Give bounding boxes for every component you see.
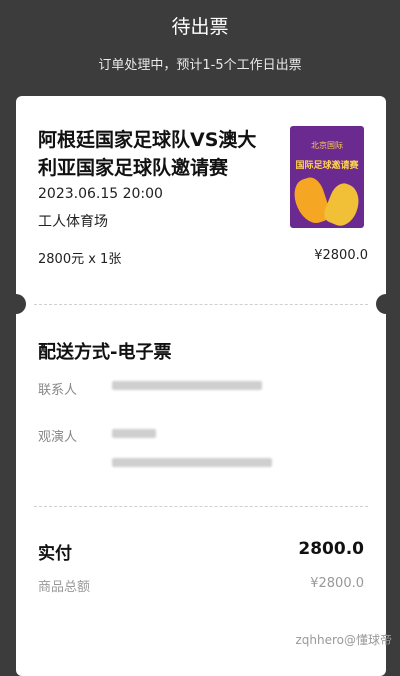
- delivery-method-title: 配送方式-电子票: [38, 342, 172, 363]
- contact-label: 联系人: [38, 383, 78, 398]
- paid-value: 2800.0: [298, 539, 364, 559]
- price-total: ¥2800.0: [314, 248, 368, 263]
- attendee-label: 观演人: [38, 430, 78, 445]
- ticket-notch-right: [376, 294, 386, 314]
- divider: [34, 304, 368, 305]
- page-title: 待出票: [171, 16, 229, 38]
- divider: [34, 506, 368, 507]
- event-poster[interactable]: 北京国际 国际足球邀请赛: [290, 126, 364, 228]
- contact-value-redacted: [112, 381, 262, 390]
- poster-header-text: 北京国际: [311, 141, 343, 150]
- event-title[interactable]: 阿根廷国家足球队VS澳大利亚国家足球队邀请赛: [38, 126, 270, 182]
- goods-total-label: 商品总额: [38, 580, 91, 595]
- goods-total-value: ¥2800.0: [310, 576, 364, 591]
- attendee-name-redacted: [112, 429, 156, 438]
- order-status-subtitle: 订单处理中，预计1-5个工作日出票: [98, 58, 302, 73]
- attendee-id-redacted: [112, 458, 272, 467]
- paid-label: 实付: [38, 544, 72, 564]
- watermark: zqhhero@懂球帝: [295, 633, 392, 647]
- ticket-card: 阿根廷国家足球队VS澳大利亚国家足球队邀请赛 北京国际 国际足球邀请赛 2023…: [16, 96, 386, 676]
- event-venue: 工人体育场: [38, 214, 108, 230]
- ticket-notch-left: [16, 294, 26, 314]
- poster-graphic: [321, 179, 364, 228]
- poster-title-text: 国际足球邀请赛: [295, 161, 359, 171]
- price-quantity: 2800元 x 1张: [38, 252, 122, 267]
- event-datetime: 2023.06.15 20:00: [38, 186, 163, 202]
